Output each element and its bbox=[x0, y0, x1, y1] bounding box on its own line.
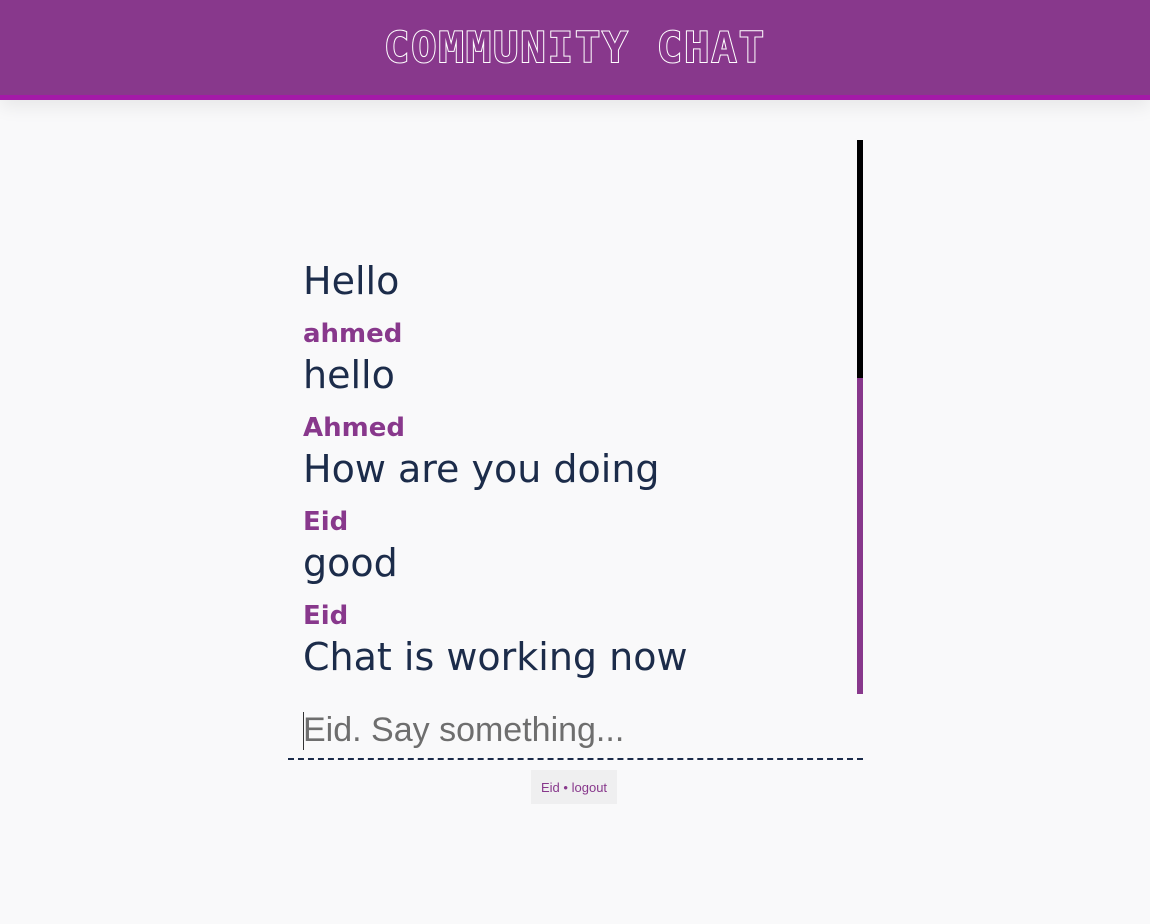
message-item: Hello bbox=[303, 258, 851, 304]
footer-separator: • bbox=[563, 779, 568, 795]
message-text: hello bbox=[303, 353, 395, 397]
message-text: Chat is working now bbox=[303, 635, 688, 679]
text-caret bbox=[303, 712, 304, 750]
logout-link[interactable]: logout bbox=[572, 780, 607, 795]
message-item: Eid good bbox=[303, 504, 851, 586]
scrollbar[interactable] bbox=[857, 140, 863, 694]
message-text: How are you doing bbox=[303, 447, 660, 491]
app-header: COMMUNITY CHAT bbox=[0, 0, 1150, 100]
message-text: good bbox=[303, 541, 398, 585]
message-item: Eid Chat is working now bbox=[303, 598, 851, 680]
message-panel[interactable]: Hello ahmed hello Ahmed How are you doing Eid… bbox=[288, 140, 863, 694]
message-text: Hello bbox=[303, 259, 400, 303]
message-list: Hello ahmed hello Ahmed How are you doing Eid… bbox=[303, 246, 851, 680]
message-username: Eid bbox=[303, 507, 349, 537]
message-item: Ahmed How are you doing bbox=[303, 410, 851, 492]
message-item: ahmed hello bbox=[303, 316, 851, 398]
message-composer bbox=[288, 706, 863, 760]
message-username: Ahmed bbox=[303, 413, 405, 443]
app-title: COMMUNITY CHAT bbox=[383, 22, 766, 73]
user-footer: Eid • logout bbox=[531, 770, 618, 804]
current-username[interactable]: Eid bbox=[541, 780, 560, 795]
message-username: ahmed bbox=[303, 319, 403, 349]
message-username: Eid bbox=[303, 601, 349, 631]
scrollbar-thumb[interactable] bbox=[857, 378, 863, 694]
message-input[interactable] bbox=[303, 706, 848, 754]
